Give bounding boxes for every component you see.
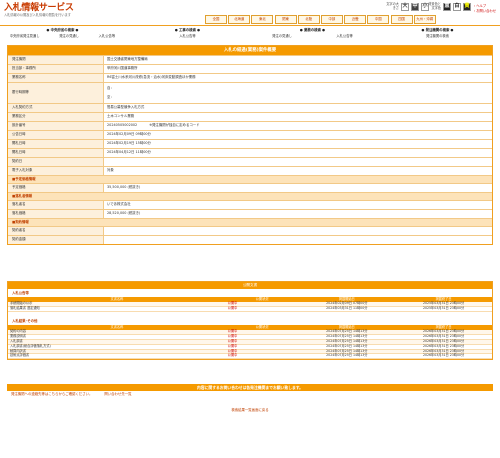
nav-group-agencies: ● 発注機関の検索 ● 発注機関の検索 [375,27,500,42]
table-row: 技術点評価書 公開中 2024年07月25日 14時13分 2026年03月31日 2… [8,354,492,360]
help-links: › ヘルプ › お問い合わせ [474,4,496,15]
agency-contact-link[interactable]: 発注機関への連絡先等はこちらからご確認ください。 [11,392,92,397]
public-documents-card: 公開文書 入札公告等 文書名称 公開状況 掲載開始日 掲載終了日 手続開始の公示… [7,281,493,361]
nav-link[interactable]: 発注の見通し [59,33,79,40]
contact-banner: 内容に関するお問い合わせは各発注機関までお願い致します。 [7,384,493,392]
detail-row: 公告日時 2024年02月09日 09時00分 [8,130,492,139]
detail-row: 電子入札対象 対象 [8,166,492,175]
region-tab-chubu[interactable]: 中部 [320,15,343,24]
region-tab-all[interactable]: 全国 [205,15,227,24]
nav-link[interactable]: 中央府省発注見通し [10,33,40,40]
nav-link[interactable]: 発注機関の検索 [426,33,449,40]
nav-link[interactable]: 入札公告等 [336,33,352,40]
detail-row: 業務区分 土木コンサル業務 [8,112,492,121]
region-tab-hokuriku[interactable]: 北陸 [297,15,320,24]
detail-row: 契約金額 [8,235,492,244]
nav-link[interactable]: 発注の見通し [272,33,292,40]
site-subtitle: 入札情報の公開及び入札情報の閲覧を行います [4,13,71,17]
font-size-caption: 文字の大きさ [386,2,399,10]
region-tab-kyushu[interactable]: 九州・沖縄 [413,15,436,24]
back-to-results-link[interactable]: 検索結果一覧画面に戻る [0,408,500,413]
detail-row: 業務名称 R6富士川水系河川改修(急流・治水)河床変動調査ほか業務 [8,73,492,82]
detail-row: 予定価格 35,500,000 (税抜き) [8,183,492,192]
contrast-control: 背景色と文字色 黒 白 黄 [427,3,471,11]
font-medium-button[interactable]: 中 [411,3,419,11]
region-tabs: 全国 北海道 東北 関東 北陸 中部 近畿 中国 四国 九州・沖縄 [205,15,437,24]
documents-title: 公開文書 [8,282,492,289]
search-nav: ● 中央府省の検索 ● 中央府省発注見通し 発注の見通し 入札公告等 ● 工事の… [0,27,500,42]
region-tab-tohoku[interactable]: 東北 [251,15,274,24]
documents-table-results: 文書名称 公開状況 掲載開始日 掲載終了日 契約の内容 公開中 2024年07月25… [8,325,492,360]
font-large-button[interactable]: 大 [401,3,409,11]
detail-row: 落札者名 いであ株式会社 [8,200,492,209]
region-tab-chugoku[interactable]: 中国 [367,15,390,24]
documents-group-title: 入札結果･その他 [12,319,38,323]
document-link[interactable]: 技術点評価書 [8,354,226,360]
table-row: 落札結果書 選定通知 公開中 2024年03月31日 11時00分 2025年0… [8,307,492,312]
region-tab-kinki[interactable]: 近畿 [344,15,367,24]
region-tab-kanto[interactable]: 関東 [274,15,297,24]
font-size-control: 文字の大きさ 大 中 小 [385,3,429,11]
site-title[interactable]: 入札情報サービス [4,3,74,13]
detail-row: 落札価格 28,520,000 (税抜き) [8,209,492,218]
detail-row: 入札契約方式 簡易公募型競争入札方式 [8,103,492,112]
detail-row-bid-number: 設計番号 20240505002002 ※発注機関が独自に定めるコード [8,121,492,130]
document-link[interactable]: 落札結果書 選定通知 [8,307,226,312]
footer-links: 発注機関への連絡先等はこちらからご確認ください。 問い合わせ先一覧 [11,392,489,397]
section-heading-contract: ■契約情報 [8,218,492,226]
nav-link[interactable]: 入札公告等 [179,33,195,40]
detail-row: 開札日時 2024年02月19日 15時00分 [8,139,492,148]
nav-group-ministries: ● 中央府省の検索 ● 中央府省発注見通し 発注の見通し 入札公告等 [0,27,125,42]
documents-group-title: 入札公告等 [12,291,29,295]
contrast-black-button[interactable]: 黒 [443,3,451,11]
contrast-caption: 背景色と文字色 [428,2,441,10]
site-header: 入札情報サービス 入札情報の公開及び入札情報の閲覧を行います 文字の大きさ 大 … [0,0,500,26]
nav-link[interactable]: 入札公告等 [99,33,115,40]
detail-row-period: 履行時期等 自： 至： [8,82,492,103]
nav-group-services: ● 業務の検索 ● 発注の見通し 入札公告等 [250,27,375,42]
contact-list-link[interactable]: 問い合わせ先一覧 [104,392,131,397]
detail-row: 発注機関 国土交通省関東地方整備局 [8,55,492,64]
detail-title: 入札の経過(業務)案件概要 [8,46,492,55]
nav-group-construction: ● 工事の検索 ● 入札公告等 [125,27,250,42]
region-tab-hokkaido[interactable]: 北海道 [228,15,251,24]
region-tab-shikoku[interactable]: 四国 [390,15,413,24]
contrast-yellow-button[interactable]: 黄 [463,3,471,11]
detail-row: 開札日時 2024年04月12日 11時00分 [8,148,492,157]
detail-row: 契約日 [8,157,492,166]
detail-row: 契約者名 [8,226,492,235]
section-heading-winner: ■落札者情報 [8,192,492,200]
detail-row: 担当部・事務所 甲府河川国道事務所 [8,64,492,73]
documents-table-notices: 文書名称 公開状況 掲載開始日 掲載終了日 手続開始の公示 公開中 2024年0… [8,297,492,312]
section-heading-price: ■予定価格情報 [8,175,492,183]
contrast-white-button[interactable]: 白 [453,3,461,11]
project-detail-card: 入札の経過(業務)案件概要 発注機関 国土交通省関東地方整備局 担当部・事務所 甲府… [7,45,493,245]
contact-link[interactable]: › お問い合わせ [474,9,496,14]
